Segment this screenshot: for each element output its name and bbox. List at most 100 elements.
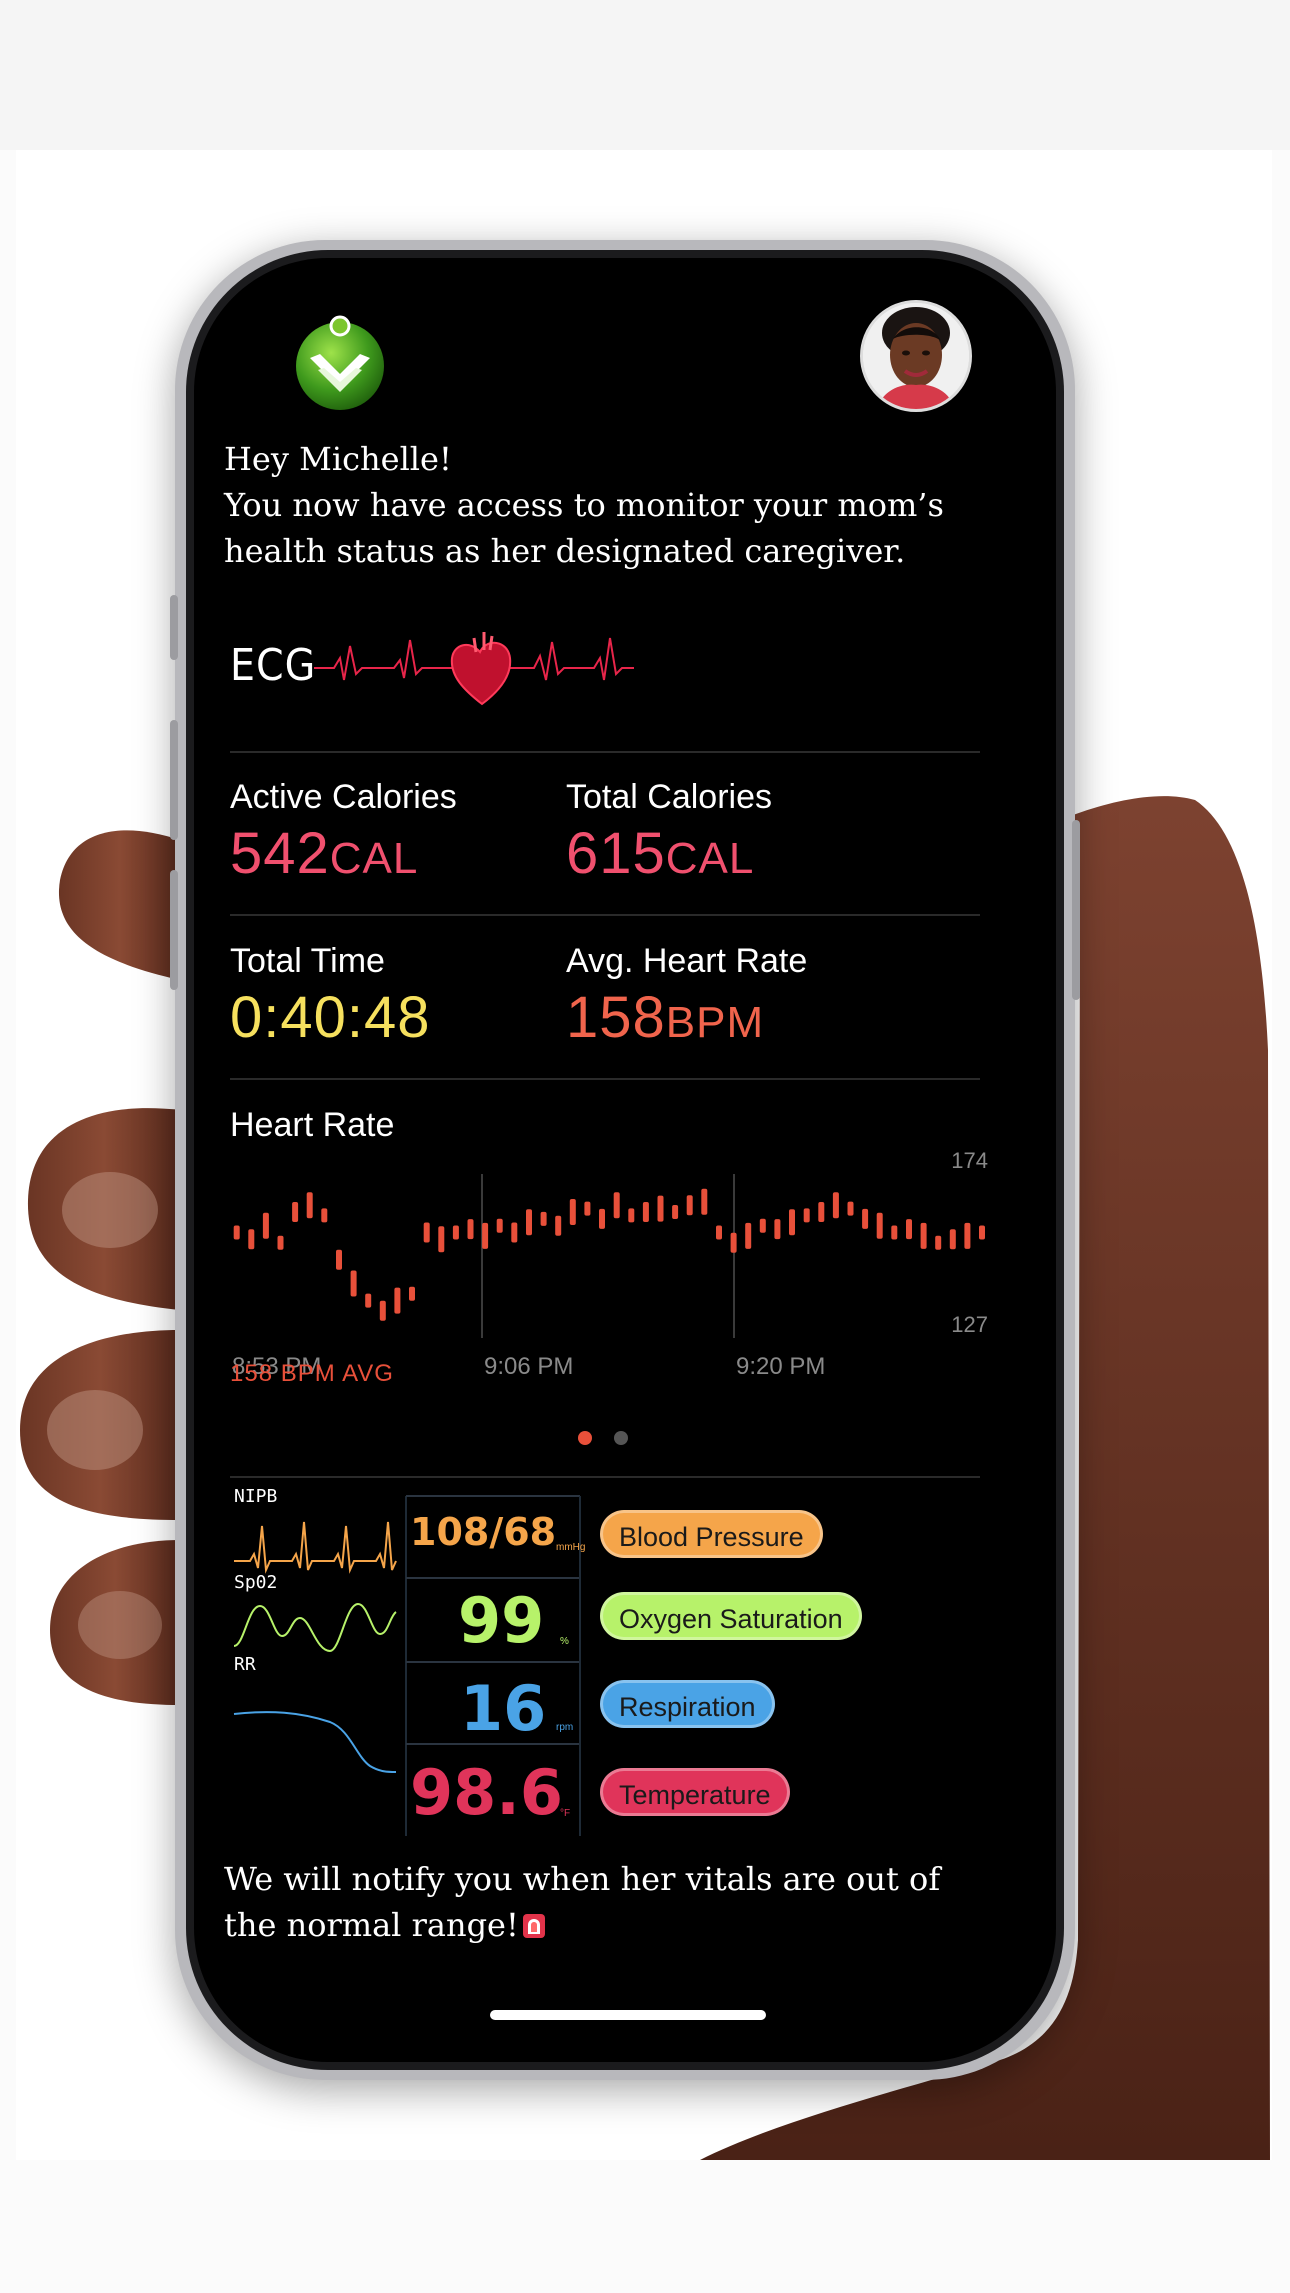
oxygen-saturation-unit: % [560, 1636, 569, 1647]
nipb-label: NIPB [234, 1486, 278, 1507]
phone-screen: Hey Michelle! You now have access to mon… [194, 258, 1056, 2062]
ecg-heart-icon[interactable] [314, 618, 634, 708]
heart-rate-bar [452, 1225, 459, 1240]
respiration-value: 16 [460, 1672, 547, 1745]
heart-rate-bar [511, 1222, 518, 1243]
heart-rate-bar [292, 1202, 299, 1222]
total-calories-value: 615CAL [566, 820, 754, 887]
x-tick-label: 9:20 PM [736, 1353, 825, 1380]
heart-rate-bar [935, 1235, 942, 1250]
app-logo-icon[interactable] [292, 314, 388, 410]
heart-rate-bar [613, 1192, 620, 1219]
divider [230, 751, 980, 753]
heart-rate-bar [306, 1192, 313, 1219]
divider [230, 1078, 980, 1080]
avatar[interactable] [860, 300, 972, 412]
top-band [0, 0, 1290, 150]
volume-up-button[interactable] [170, 720, 178, 840]
heart-rate-bar [979, 1225, 985, 1240]
home-indicator[interactable] [490, 2010, 766, 2020]
divider [230, 1476, 980, 1478]
heart-rate-bar [774, 1219, 781, 1240]
heart-rate-bar [482, 1222, 489, 1249]
heart-rate-bar [438, 1226, 445, 1253]
volume-down-button[interactable] [170, 870, 178, 990]
total-time-label: Total Time [230, 942, 385, 980]
notification-line-2-text: the normal range! [224, 1906, 519, 1944]
heart-rate-bar [584, 1201, 591, 1216]
page-dot-active[interactable] [578, 1431, 592, 1445]
notification-line-2: the normal range! [224, 1902, 984, 1948]
active-calories-label: Active Calories [230, 778, 457, 816]
heart-rate-bar [496, 1218, 503, 1233]
heart-rate-bar [745, 1222, 752, 1249]
heart-rate-bar [730, 1232, 737, 1253]
divider [230, 914, 980, 916]
heart-rate-bar [686, 1195, 693, 1216]
heart-rate-bar [321, 1208, 328, 1223]
heart-rate-bar [599, 1208, 605, 1229]
heart-rate-bar [423, 1222, 430, 1243]
spo2-label: Sp02 [234, 1572, 278, 1593]
action-button[interactable] [170, 595, 178, 660]
total-calories-label: Total Calories [566, 778, 772, 816]
blood-pressure-pill[interactable]: Blood Pressure [600, 1510, 823, 1558]
oxygen-saturation-pill[interactable]: Oxygen Saturation [600, 1592, 862, 1640]
heart-rate-bar [949, 1229, 956, 1250]
heart-rate-bar [394, 1287, 401, 1314]
ecg-label: ECG [230, 640, 317, 691]
user-portrait-icon [863, 303, 969, 409]
vitals-monitor: NIPB Sp02 RR 108/68 mmHg 99 % 16 rpm 98.… [230, 1486, 990, 1846]
avg-heart-rate-value: 158BPM [566, 984, 764, 1051]
blood-pressure-unit: mmHg [556, 1542, 586, 1553]
total-calories-number: 615 [566, 821, 666, 886]
heart-rate-chart[interactable]: 1741278:53 PM 9:06 PM 9:20 PM [230, 1138, 990, 1388]
total-calories-unit: CAL [665, 834, 755, 883]
power-button[interactable] [1072, 820, 1080, 1000]
heart-rate-bar [555, 1215, 562, 1236]
heart-rate-bar [569, 1199, 576, 1225]
respiration-unit: rpm [556, 1722, 574, 1733]
heart-rate-bar [716, 1225, 722, 1240]
active-calories-unit: CAL [329, 834, 419, 883]
y-tick-label: 127 [951, 1312, 988, 1337]
temperature-value: 98.6 [410, 1756, 563, 1829]
temperature-unit: °F [560, 1808, 571, 1819]
heart-rate-bar [672, 1205, 679, 1219]
heart-rate-bar [964, 1222, 971, 1249]
heart-rate-bar [277, 1235, 284, 1250]
heart-rate-bar [262, 1212, 269, 1239]
avg-heart-rate-number: 158 [566, 985, 666, 1050]
heart-rate-bar [409, 1286, 415, 1301]
x-tick-label: 9:06 PM [484, 1353, 573, 1380]
heart-rate-bar [350, 1270, 357, 1297]
heart-rate-bar [233, 1225, 240, 1240]
respiration-pill[interactable]: Respiration [600, 1680, 775, 1728]
heart-rate-bar [906, 1219, 912, 1240]
page-dot-inactive[interactable] [614, 1431, 628, 1445]
total-time-value: 0:40:48 [230, 985, 431, 1050]
avg-heart-rate-unit: BPM [665, 998, 765, 1047]
active-calories-number: 542 [230, 821, 330, 886]
heart-rate-bar [832, 1192, 839, 1219]
heart-rate-bar [526, 1209, 532, 1236]
heart-rate-bar [891, 1225, 898, 1240]
greeting-message: Hey Michelle! You now have access to mon… [224, 436, 984, 574]
heart-rate-bar [628, 1208, 635, 1223]
siren-icon [522, 1914, 545, 1938]
heart-rate-bar [920, 1222, 927, 1249]
greeting-line-3: health status as her designated caregive… [224, 532, 906, 570]
y-tick-label: 174 [951, 1148, 988, 1173]
heart-rate-bar [642, 1202, 649, 1222]
rr-label: RR [234, 1654, 256, 1675]
heart-rate-bar [379, 1300, 386, 1321]
heart-rate-bar [789, 1209, 795, 1236]
heart-rate-bar [365, 1293, 372, 1308]
greeting-line-2: You now have access to monitor your mom’… [224, 486, 944, 524]
avg-heart-rate-label: Avg. Heart Rate [566, 942, 808, 980]
heart-rate-bar [657, 1195, 664, 1222]
heart-rate-bar [701, 1188, 708, 1215]
temperature-pill[interactable]: Temperature [600, 1768, 790, 1816]
heart-rate-bar [336, 1249, 342, 1270]
heart-rate-bar [248, 1229, 255, 1250]
